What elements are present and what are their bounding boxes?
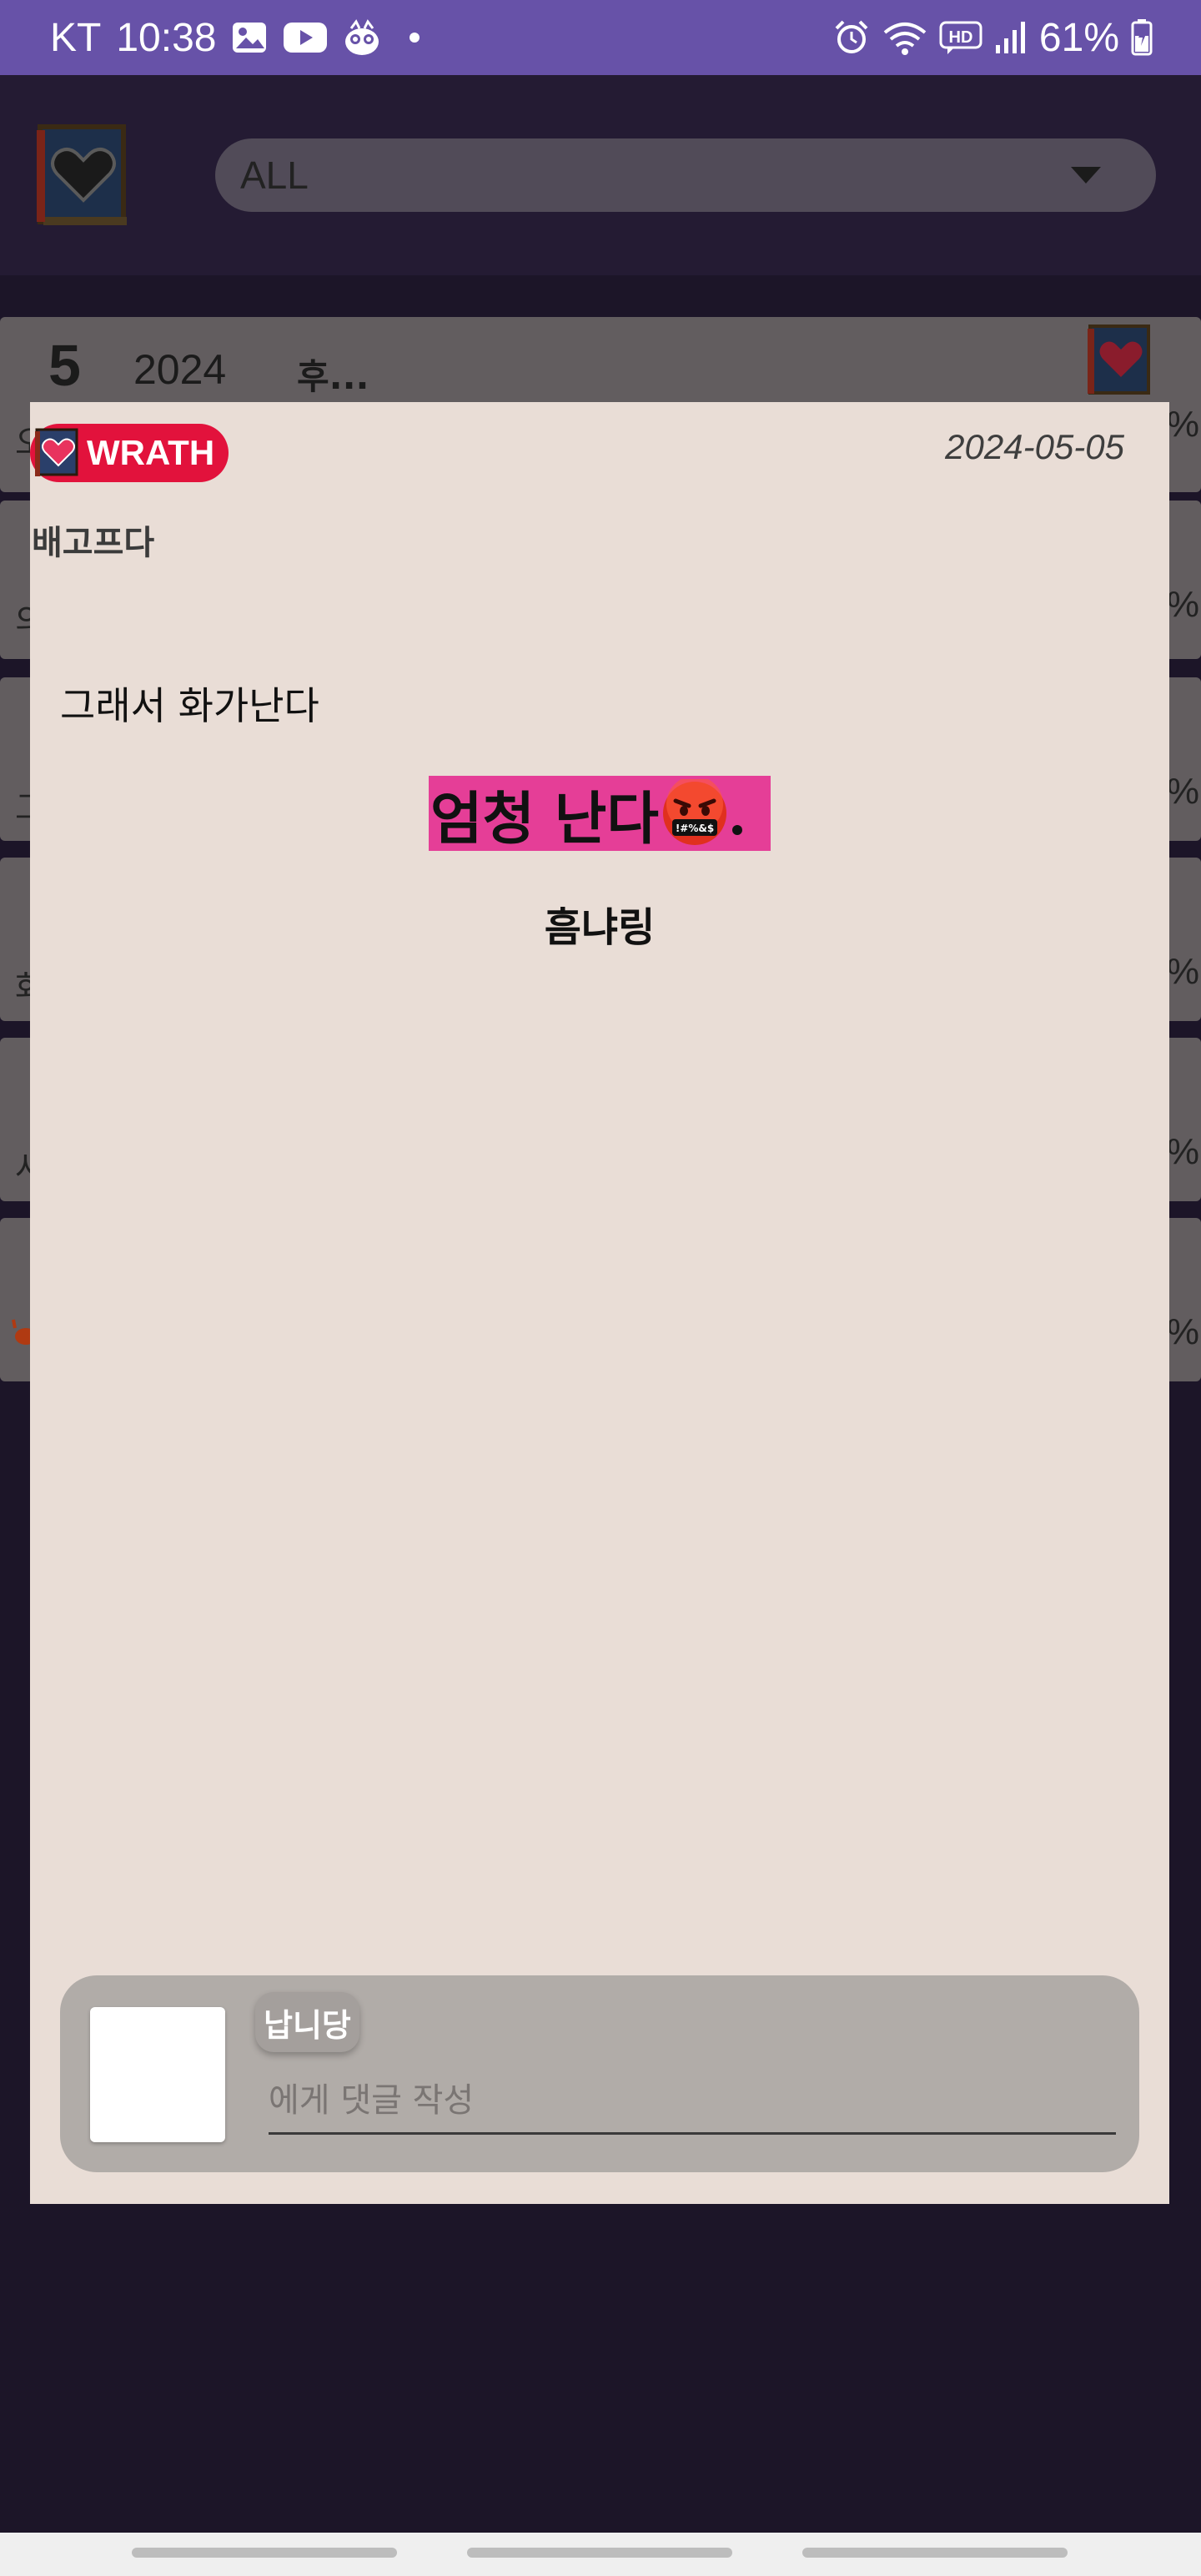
diary-detail-dialog: WRATH 2024-05-05 배고프다 그래서 화가난다 엄청 난다 !#%… xyxy=(30,402,1169,2204)
clock: 10:38 xyxy=(116,15,217,60)
svg-text:HD: HD xyxy=(948,28,972,47)
post-date: 2024-05-05 xyxy=(945,427,1124,466)
cursing-face-emoji-icon: !#%&$ xyxy=(661,776,729,848)
list-item-percent: % xyxy=(1166,771,1199,812)
comment-input[interactable] xyxy=(269,2069,1116,2135)
list-item-percent: % xyxy=(1166,404,1199,445)
category-label: WRATH xyxy=(87,433,215,472)
more-notifications-dot xyxy=(410,33,420,43)
post-title: 배고프다 xyxy=(32,524,155,562)
battery-percent: 61% xyxy=(1038,15,1119,60)
comment-box: 납니당 xyxy=(60,1975,1139,2172)
status-bar: KT 10:38 HD 61% xyxy=(0,0,1201,75)
status-right: HD 61% xyxy=(832,0,1153,75)
hd-call-icon: HD xyxy=(939,19,982,56)
alarm-icon xyxy=(832,18,871,57)
nickname-label: 납니당 xyxy=(264,2006,351,2044)
wifi-icon xyxy=(882,19,927,56)
signal-icon xyxy=(994,20,1028,55)
diary-book-icon[interactable] xyxy=(37,123,130,229)
battery-icon xyxy=(1131,19,1153,56)
avatar xyxy=(90,2007,225,2142)
app-mascot-icon xyxy=(343,18,381,57)
post-body-line: 흠냐링 xyxy=(544,904,656,951)
list-item-percent: % xyxy=(1166,951,1199,992)
filter-selected-value: ALL xyxy=(240,153,309,197)
system-navigation-bar xyxy=(0,2533,1201,2576)
list-item-percent: % xyxy=(1166,1311,1199,1352)
gallery-icon xyxy=(231,21,268,54)
youtube-icon xyxy=(283,22,328,53)
post-body-highlight: 엄청 난다 !#%&$ xyxy=(429,776,771,853)
list-item-year: 2024 xyxy=(133,346,227,393)
nickname-chip: 납니당 xyxy=(255,1992,359,2052)
status-left: KT 10:38 xyxy=(50,0,420,75)
diary-book-icon xyxy=(33,427,80,479)
list-item-percent: % xyxy=(1166,1131,1199,1172)
period-dot xyxy=(731,825,742,835)
post-body-line: 그래서 화가난다 xyxy=(60,683,319,728)
svg-text:!#%&$: !#%&$ xyxy=(676,823,714,834)
diary-book-icon xyxy=(1088,324,1153,399)
carrier-label: KT xyxy=(50,15,102,60)
nav-recent-button[interactable] xyxy=(132,2548,397,2558)
list-item-number: 5 xyxy=(48,333,81,398)
list-item-percent: % xyxy=(1166,584,1199,625)
chevron-down-icon xyxy=(1071,167,1101,184)
category-badge: WRATH xyxy=(30,424,229,482)
list-item-title: 후... xyxy=(297,356,369,397)
nav-home-button[interactable] xyxy=(467,2548,732,2558)
nav-back-button[interactable] xyxy=(802,2548,1068,2558)
category-filter-select[interactable]: ALL xyxy=(215,138,1156,212)
post-body-highlight-text: 엄청 난다 xyxy=(430,786,659,853)
